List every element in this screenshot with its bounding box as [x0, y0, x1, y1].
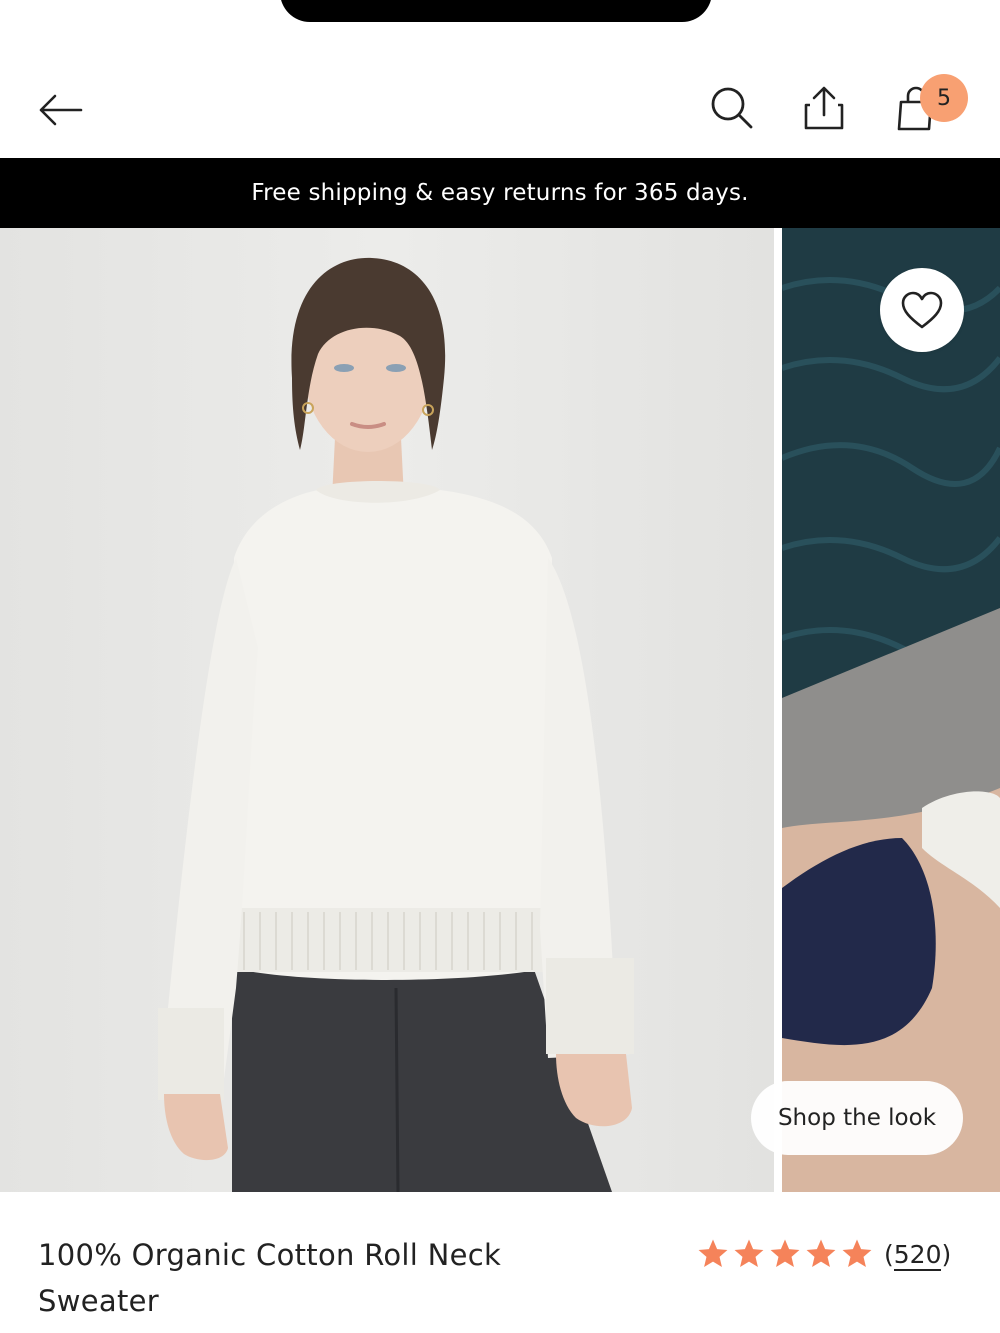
product-title: 100% Organic Cotton Roll Neck Sweater — [38, 1238, 502, 1318]
star-icon — [734, 1239, 764, 1268]
product-rating[interactable]: (520) — [696, 1232, 951, 1276]
top-navigation-bar: 5 — [0, 60, 1000, 158]
share-icon — [804, 86, 844, 130]
review-count-number: 520 — [893, 1239, 942, 1271]
shop-the-look-button[interactable]: Shop the look — [751, 1081, 963, 1155]
shop-the-look-label: Shop the look — [777, 1105, 937, 1131]
heart-icon — [901, 291, 943, 329]
model-photo-illustration — [158, 257, 634, 1192]
star-icon — [806, 1239, 836, 1268]
review-count[interactable]: (520) — [884, 1239, 951, 1271]
arrow-left-icon — [39, 94, 83, 126]
promo-text: Free shipping & easy returns for 365 day… — [251, 180, 749, 206]
detail-photo-illustration — [782, 228, 1000, 1192]
product-photo-detail[interactable] — [782, 228, 1000, 1192]
product-photo-model[interactable] — [0, 228, 774, 1192]
search-button[interactable] — [702, 78, 762, 138]
search-icon — [711, 87, 753, 129]
star-icon — [698, 1239, 728, 1268]
device-notch — [280, 0, 712, 22]
back-button[interactable] — [30, 80, 90, 140]
free-shipping-banner: Free shipping & easy returns for 365 day… — [0, 158, 1000, 228]
product-image-carousel[interactable] — [0, 228, 1000, 1192]
bag-count-badge: 5 — [920, 74, 968, 122]
favorite-button[interactable] — [880, 268, 964, 352]
share-button[interactable] — [794, 78, 854, 138]
rating-stars — [696, 1237, 874, 1271]
star-icon — [842, 1239, 872, 1268]
star-icon — [770, 1239, 800, 1268]
